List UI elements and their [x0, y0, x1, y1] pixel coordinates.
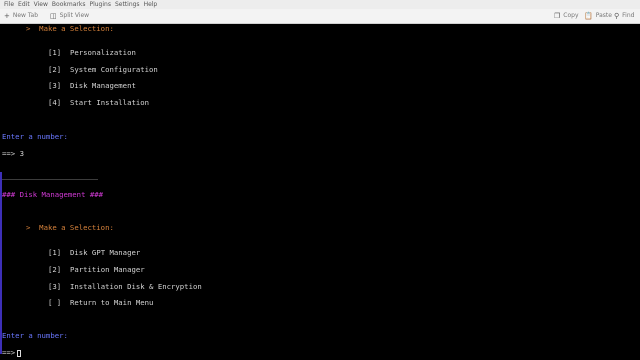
paste-label: Paste: [595, 12, 612, 19]
section-divider: [2, 179, 98, 180]
scroll-indicator: [0, 172, 2, 354]
selection-prompt: > Make a Selection:: [26, 24, 114, 33]
find-icon: ⚲: [614, 12, 620, 20]
paste-button[interactable]: 📋 Paste: [584, 9, 612, 23]
menu-option-1: [1] Disk GPT Manager: [48, 248, 141, 257]
terminal-output[interactable]: > Make a Selection: [1] Personalization …: [0, 24, 640, 360]
menu-option-1: [1] Personalization: [48, 48, 136, 57]
menu-bookmarks[interactable]: Bookmarks: [52, 1, 86, 8]
new-tab-button[interactable]: + New Tab: [4, 9, 38, 23]
find-button[interactable]: ⚲ Find: [614, 9, 634, 23]
toolbar: + New Tab ◫ Split View ❐ Copy 📋 Paste ⚲ …: [0, 9, 640, 24]
copy-button[interactable]: ❐ Copy: [554, 9, 579, 23]
find-label: Find: [622, 12, 635, 19]
input-line[interactable]: ==>: [2, 348, 22, 357]
menu-option-4: [4] Start Installation: [48, 98, 150, 107]
menu-bar: File Edit View Bookmarks Plugins Settings Help: [0, 0, 640, 9]
menu-option-2: [2] Partition Manager: [48, 265, 145, 274]
section-header-text: ### Disk Management ###: [2, 190, 104, 199]
copy-label: Copy: [563, 12, 579, 19]
menu-view[interactable]: View: [34, 1, 48, 8]
section-header: ### Disk Management ###: [2, 190, 103, 199]
enter-number-prompt: Enter a number:: [2, 132, 68, 141]
new-tab-label: New Tab: [12, 12, 39, 19]
copy-icon: ❐: [554, 12, 561, 20]
user-input-line: ==> 3: [2, 149, 24, 158]
menu-option-4: [ ] Return to Main Menu: [48, 298, 154, 307]
menu-file[interactable]: File: [4, 1, 14, 8]
menu-help[interactable]: Help: [144, 1, 158, 8]
enter-number-prompt: Enter a number:: [2, 331, 68, 340]
text-cursor: [17, 349, 22, 357]
menu-settings[interactable]: Settings: [115, 1, 140, 8]
menu-plugins[interactable]: Plugins: [89, 1, 111, 8]
menu-edit[interactable]: Edit: [18, 1, 30, 8]
input-prompt: ==>: [2, 348, 16, 357]
paste-icon: 📋: [584, 12, 593, 20]
split-view-button[interactable]: ◫ Split View: [50, 9, 89, 23]
split-view-label: Split View: [59, 12, 90, 19]
menu-option-3: [3] Disk Management: [48, 81, 136, 90]
menu-option-3: [3] Installation Disk & Encryption: [48, 282, 202, 291]
plus-icon: +: [4, 12, 10, 20]
selection-prompt: > Make a Selection:: [26, 223, 114, 232]
split-view-icon: ◫: [50, 12, 57, 20]
menu-option-2: [2] System Configuration: [48, 65, 158, 74]
